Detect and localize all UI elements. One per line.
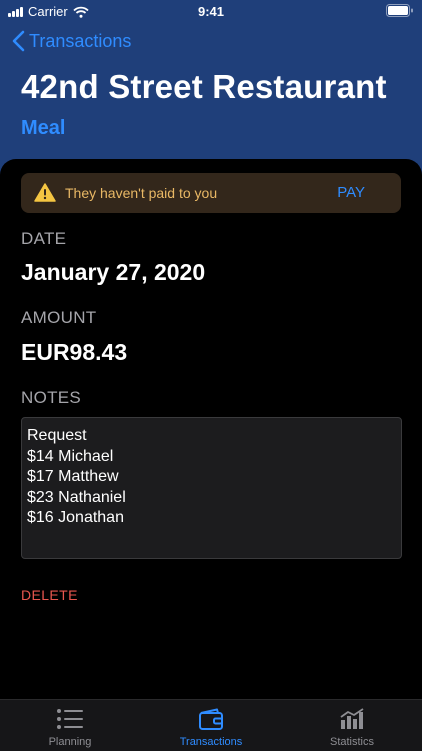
page-title: 42nd Street Restaurant [21, 68, 387, 105]
back-button[interactable]: Transactions [12, 30, 131, 52]
date-value[interactable]: January 27, 2020 [21, 259, 205, 286]
list-icon [57, 709, 83, 729]
payment-alert: They haven't paid to you PAY [21, 173, 401, 213]
date-label: DATE [21, 229, 67, 248]
notes-textarea[interactable]: Request $14 Michael $17 Matthew $23 Nath… [21, 417, 402, 559]
tab-transactions[interactable]: Transactions [141, 700, 281, 751]
status-bar: Carrier 9:41 [0, 0, 422, 22]
pay-button[interactable]: PAY [337, 184, 365, 201]
category-link[interactable]: Meal [21, 117, 65, 140]
delete-button[interactable]: DELETE [21, 587, 78, 603]
amount-label: AMOUNT [21, 308, 97, 327]
tab-bar: Planning Transactions Statistics [0, 699, 422, 751]
tab-transactions-label: Transactions [179, 736, 243, 748]
tab-statistics[interactable]: Statistics [282, 700, 422, 751]
tab-planning[interactable]: Planning [0, 700, 140, 751]
status-time: 9:41 [197, 4, 225, 19]
notes-label: NOTES [21, 388, 82, 407]
amount-value[interactable]: EUR98.43 [21, 339, 127, 366]
warning-icon [34, 183, 56, 202]
wallet-icon [199, 708, 223, 730]
tab-planning-label: Planning [48, 736, 92, 748]
alert-message: They haven't paid to you [65, 185, 218, 201]
transaction-detail-card: They haven't paid to you PAY DATE Januar… [0, 159, 422, 699]
battery-icon [386, 4, 414, 20]
tab-statistics-label: Statistics [329, 736, 374, 748]
bar-chart-icon [340, 708, 364, 729]
chevron-left-icon [12, 30, 25, 52]
back-label: Transactions [29, 30, 132, 51]
